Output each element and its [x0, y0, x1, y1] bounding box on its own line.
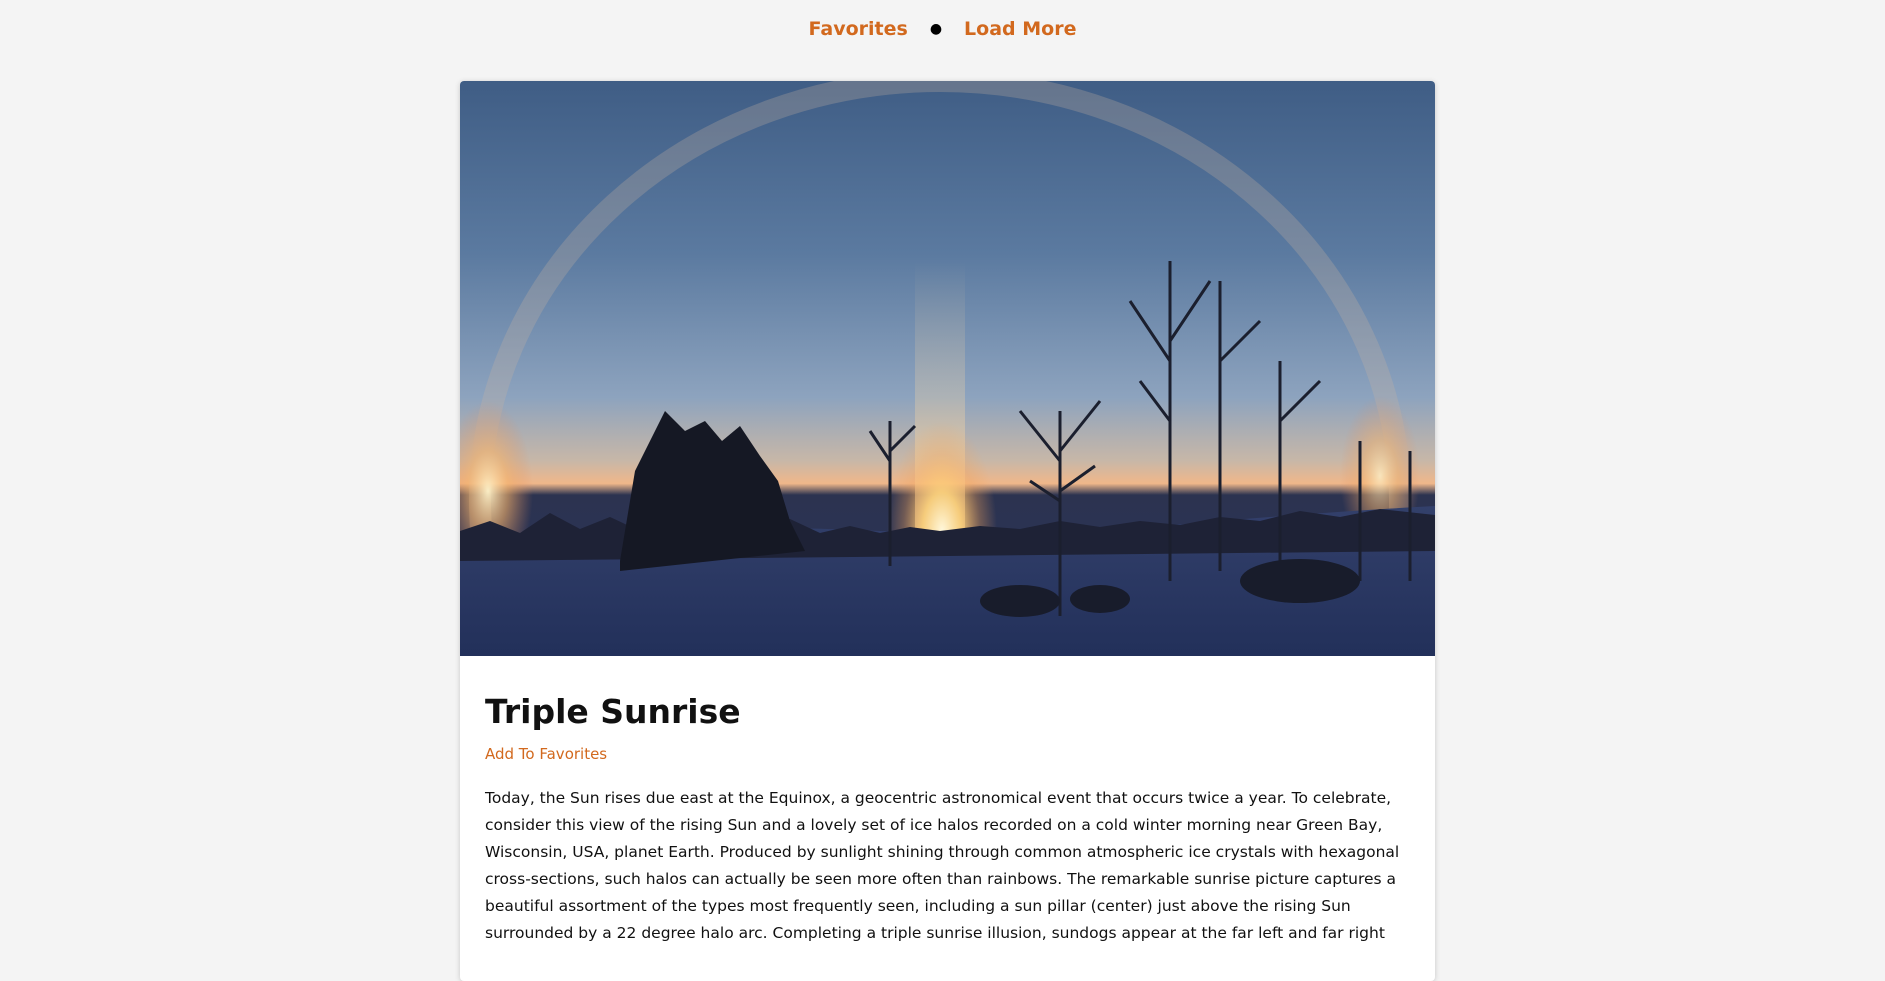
top-navigation: Favorites ● Load More: [0, 18, 1885, 40]
add-to-favorites-link[interactable]: Add To Favorites: [485, 745, 607, 763]
nav-separator: ●: [929, 21, 943, 37]
apod-card: Triple Sunrise Add To Favorites Today, t…: [460, 81, 1435, 981]
sunrise-photo-illustration: [460, 81, 1435, 656]
post-title: Triple Sunrise: [485, 692, 741, 731]
post-description: Today, the Sun rises due east at the Equ…: [485, 789, 1400, 943]
post-content: Triple Sunrise Add To Favorites Today, t…: [460, 656, 1435, 947]
load-more-link[interactable]: Load More: [964, 18, 1076, 40]
favorites-link[interactable]: Favorites: [809, 18, 908, 40]
sunrise-photo: [460, 81, 1435, 656]
